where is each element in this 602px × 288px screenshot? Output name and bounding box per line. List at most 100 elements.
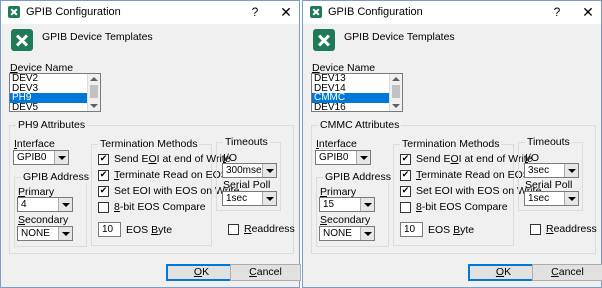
chevron-down-icon[interactable] [360,227,374,240]
title-bar[interactable]: GPIB Configuration ? ✕ [1,1,299,24]
primary-select[interactable]: 4 [17,197,73,212]
secondary-value: NONE [21,228,50,239]
send-eoi-check-icon[interactable]: ✔ [98,154,109,165]
serial-poll-select[interactable]: 1sec [222,191,277,206]
gpib-address-title: GPIB Address [21,171,91,183]
eos-byte-input[interactable]: 10 [98,222,121,237]
primary-value: 15 [323,199,335,210]
eight-bit-eos-label: 8-bit EOS Compare [416,201,508,213]
chevron-down-icon[interactable] [262,192,276,205]
ok-button[interactable]: OK [468,264,539,281]
chevron-down-icon[interactable] [360,198,374,211]
gpib-configuration-dialog-left: GPIB Configuration ? ✕ GPIB Device Templ… [0,0,301,288]
ok-button[interactable]: OK [166,264,237,281]
eight-bit-eos-label: 8-bit EOS Compare [114,201,206,213]
serial-poll-label: Serial Poll [525,179,573,191]
termination-methods-title: Termination Methods [98,138,200,150]
send-eoi-label: Send EOI at end of Write [416,153,533,165]
terminate-read-check-icon[interactable]: ✔ [98,170,109,181]
serial-poll-label: Serial Poll [223,179,271,191]
gpib-templates-icon [11,29,33,51]
termination-methods-title: Termination Methods [400,138,502,150]
device-list-item[interactable]: DEV16 [312,102,390,111]
serial-poll-value: 1sec [226,193,248,204]
help-button[interactable]: ? [244,2,266,22]
gpib-configuration-dialog-right: GPIB Configuration ? ✕ GPIB Device Templ… [302,0,602,288]
scroll-down-arrow-icon[interactable] [392,104,400,108]
io-timeout-select[interactable]: 3sec [524,163,579,178]
device-list-item[interactable]: DEV5 [10,102,88,111]
terminate-read-check-icon[interactable]: ✔ [400,170,411,181]
timeouts-title: Timeouts [525,136,572,148]
eight-bit-eos-check-icon[interactable] [400,202,411,213]
cancel-button[interactable]: Cancel [230,264,301,281]
primary-select[interactable]: 15 [319,197,375,212]
terminate-read-label: Terminate Read on EOS [416,169,530,181]
secondary-select[interactable]: NONE [17,226,73,241]
gpib-app-icon [310,6,322,18]
readdress-label: Readdress [244,223,295,235]
gpib-address-title: GPIB Address [323,171,393,183]
header-title: GPIB Device Templates [42,31,153,43]
help-button[interactable]: ? [546,2,568,22]
device-list-scrollbar[interactable] [389,74,402,111]
scroll-thumb[interactable] [392,85,400,98]
secondary-select[interactable]: NONE [319,226,375,241]
close-button[interactable]: ✕ [275,2,297,22]
scroll-up-arrow-icon[interactable] [392,77,400,81]
readdress-check-icon[interactable] [530,224,541,235]
interface-value: GPIB0 [17,152,47,163]
readdress-label: Readdress [546,223,597,235]
set-eoi-check-icon[interactable]: ✔ [98,186,109,197]
timeouts-title: Timeouts [223,136,270,148]
set-eoi-check-icon[interactable]: ✔ [400,186,411,197]
interface-label: Interface [316,138,357,150]
window-title: GPIB Configuration [26,6,121,18]
readdress-check-icon[interactable] [228,224,239,235]
interface-label: Interface [14,138,55,150]
chevron-down-icon[interactable] [58,198,72,211]
chevron-down-icon[interactable] [58,227,72,240]
gpib-app-icon [8,6,20,18]
eos-byte-input[interactable]: 10 [400,222,423,237]
header-title: GPIB Device Templates [344,31,455,43]
scroll-down-arrow-icon[interactable] [90,104,98,108]
terminate-read-label: Terminate Read on EOS [114,169,228,181]
secondary-value: NONE [323,228,352,239]
primary-value: 4 [21,199,27,210]
attributes-group-title: CMMC Attributes [318,119,402,131]
serial-poll-select[interactable]: 1sec [524,191,579,206]
cancel-button[interactable]: Cancel [532,264,602,281]
serial-poll-value: 1sec [528,193,550,204]
attributes-group-title: PH9 Attributes [16,119,88,131]
close-button[interactable]: ✕ [577,2,599,22]
secondary-label: Secondary [18,214,69,226]
secondary-label: Secondary [320,214,371,226]
chevron-down-icon[interactable] [564,192,578,205]
device-name-list[interactable]: DEV13 DEV14 CMMC DEV16 [311,73,403,112]
send-eoi-check-icon[interactable]: ✔ [400,154,411,165]
io-timeout-value: 300msec [226,165,267,176]
eos-byte-value: 10 [102,224,114,235]
io-timeout-value: 3sec [528,165,550,176]
eos-byte-value: 10 [404,224,416,235]
io-timeout-select[interactable]: 300msec [222,163,277,178]
chevron-down-icon[interactable] [564,164,578,177]
eos-byte-label: EOS Byte [428,224,475,236]
gpib-templates-icon [313,29,335,51]
scroll-up-arrow-icon[interactable] [90,77,98,81]
window-title: GPIB Configuration [328,6,423,18]
interface-select[interactable]: GPIB0 [315,150,371,165]
eight-bit-eos-check-icon[interactable] [98,202,109,213]
device-list-scrollbar[interactable] [87,74,100,111]
chevron-down-icon[interactable] [262,164,276,177]
device-name-list[interactable]: DEV2 DEV3 PH9 DEV5 [9,73,101,112]
scroll-thumb[interactable] [90,85,98,98]
send-eoi-label: Send EOI at end of Write [114,153,231,165]
interface-select[interactable]: GPIB0 [13,150,69,165]
chevron-down-icon[interactable] [356,151,370,164]
interface-value: GPIB0 [319,152,349,163]
eos-byte-label: EOS Byte [126,224,173,236]
title-bar[interactable]: GPIB Configuration ? ✕ [303,1,601,24]
chevron-down-icon[interactable] [54,151,68,164]
